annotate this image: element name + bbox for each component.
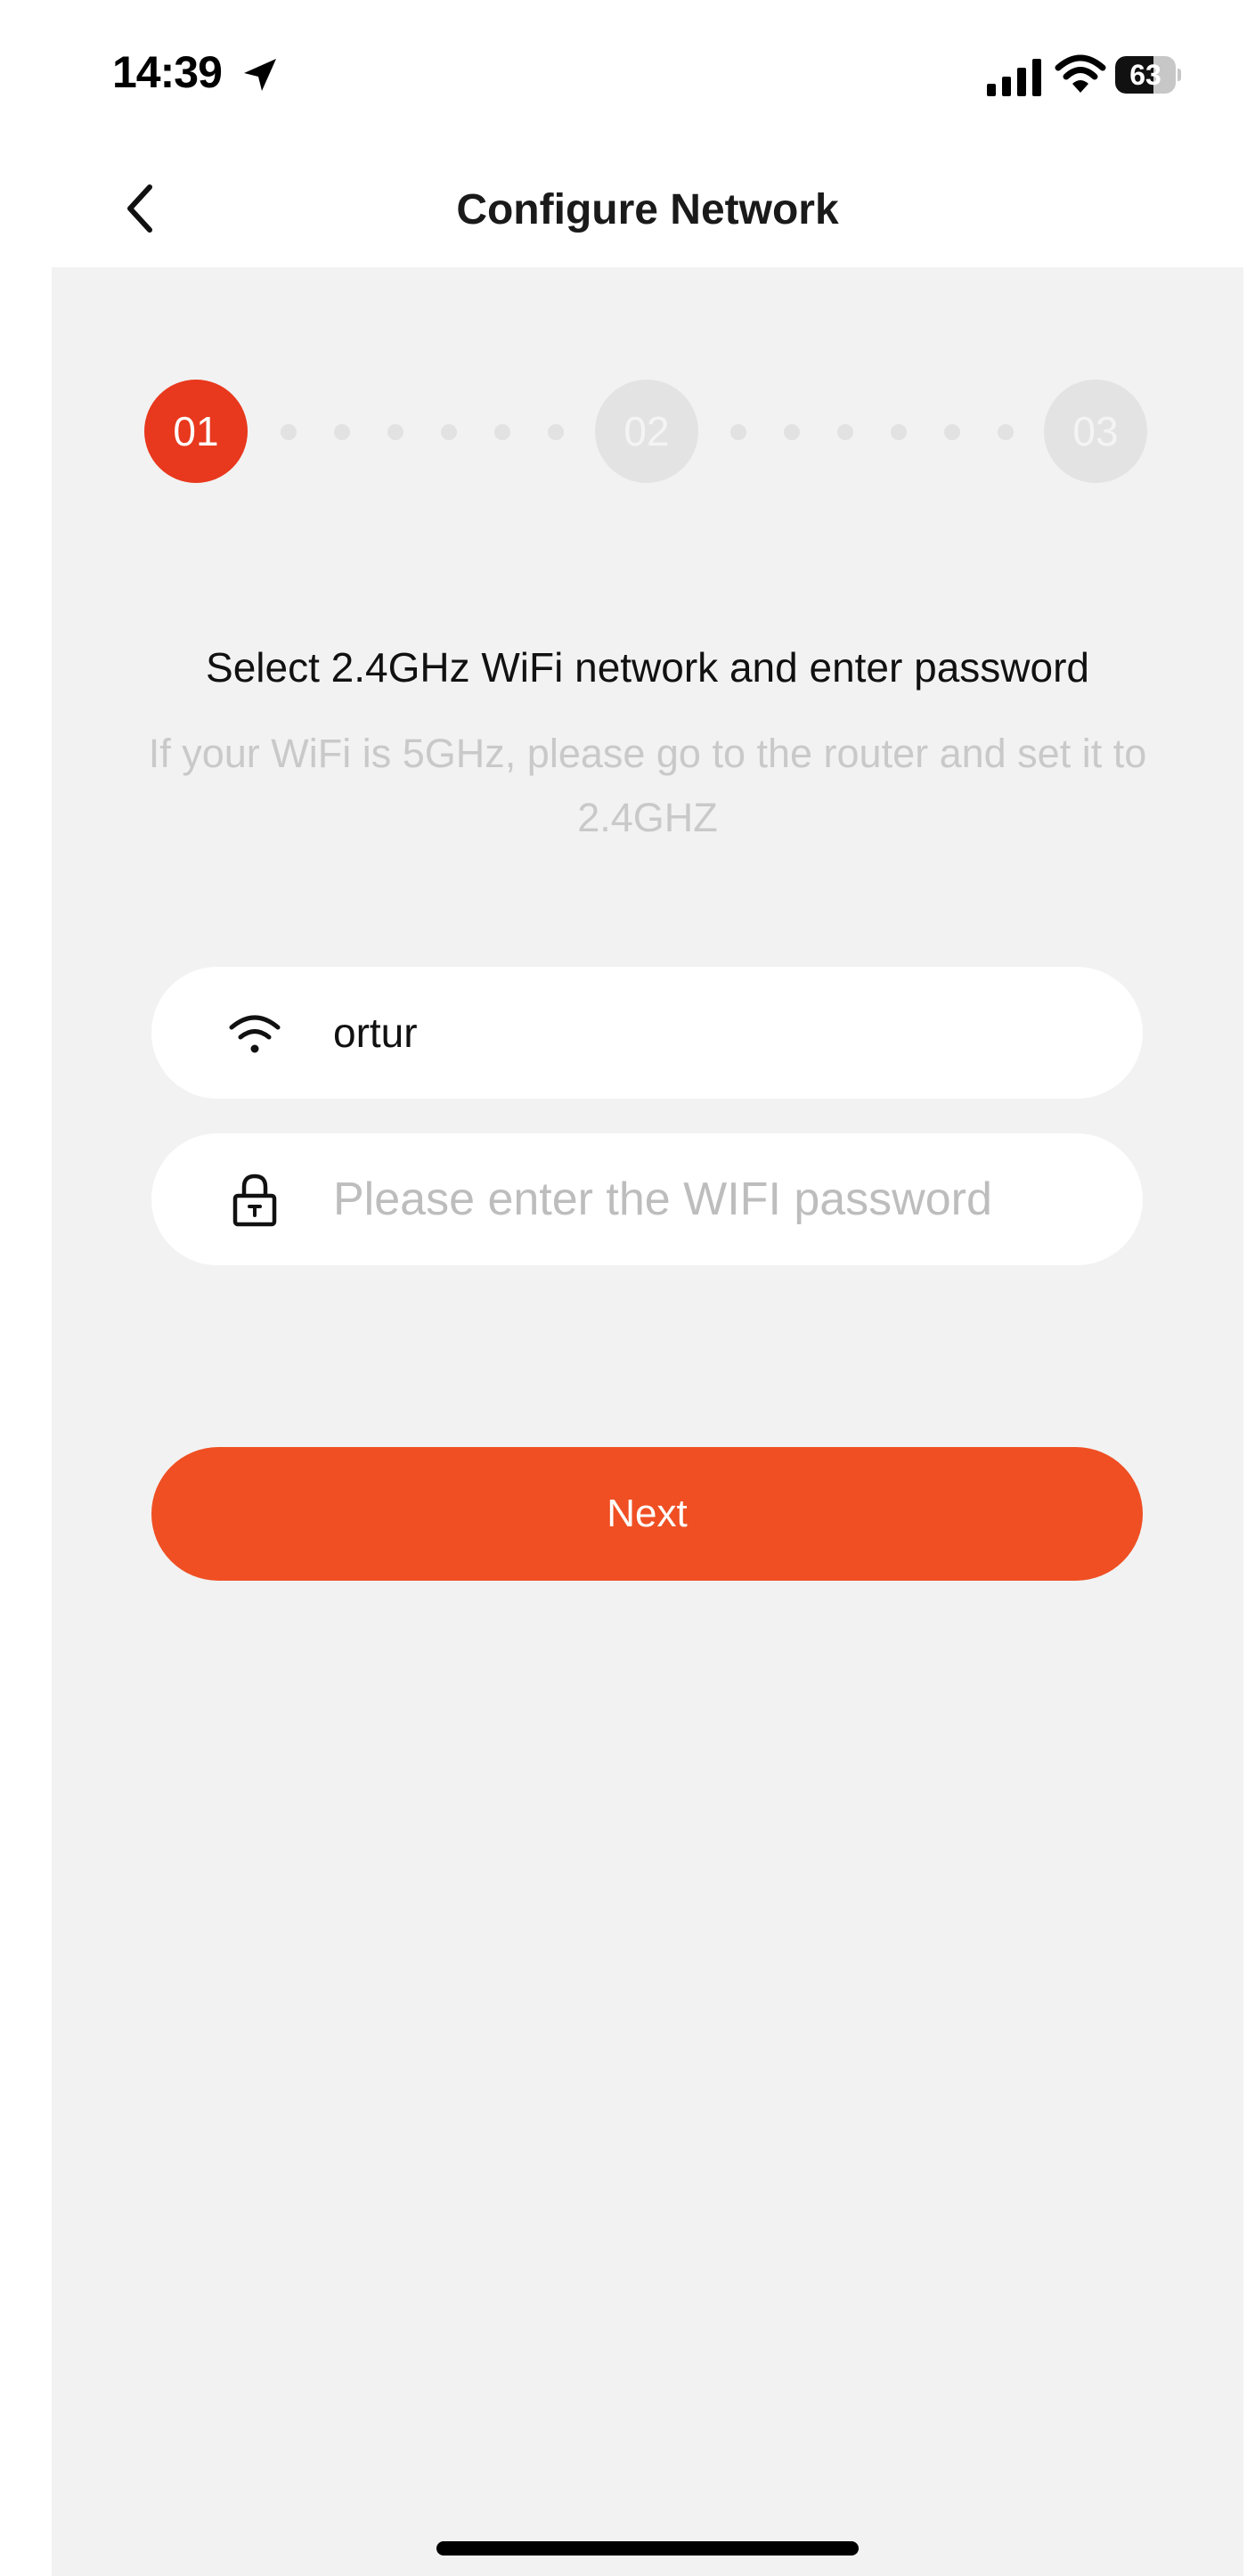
wifi-network-field[interactable]: ortur	[151, 967, 1143, 1099]
step-dot	[998, 424, 1014, 440]
step-dot	[387, 424, 403, 440]
step-dot	[891, 424, 907, 440]
password-input[interactable]	[333, 1133, 1099, 1265]
next-button[interactable]: Next	[151, 1447, 1143, 1581]
step-dot	[837, 424, 853, 440]
home-indicator[interactable]	[436, 2541, 859, 2556]
status-bar: 14:39 63	[0, 0, 1255, 151]
step-2: 02	[595, 380, 698, 483]
step-dot	[548, 424, 564, 440]
page-title: Configure Network	[456, 186, 839, 233]
step-1: 01	[144, 380, 248, 483]
wifi-icon	[1055, 54, 1106, 93]
nav-bar: Configure Network	[52, 151, 1243, 267]
step-dot	[441, 424, 457, 440]
password-field[interactable]	[151, 1133, 1143, 1265]
step-dot	[494, 424, 510, 440]
instruction-heading: Select 2.4GHz WiFi network and enter pas…	[206, 644, 1089, 691]
wifi-icon	[229, 1015, 281, 1053]
step-dot	[730, 424, 746, 440]
lock-icon	[232, 1174, 277, 1227]
step-dot	[944, 424, 960, 440]
location-arrow-icon	[244, 59, 276, 91]
screen: 14:39 63 Configure Network 01 02 03 Sele…	[0, 0, 1255, 2576]
app-background	[52, 267, 1243, 2576]
cellular-signal-icon	[987, 59, 1041, 96]
step-dot	[334, 424, 350, 440]
wifi-network-name: ortur	[333, 1010, 418, 1056]
battery-icon: 63	[1115, 56, 1181, 94]
step-3: 03	[1044, 380, 1147, 483]
instruction-subheading: If your WiFi is 5GHz, please go to the r…	[148, 731, 1147, 840]
battery-level-text: 63	[1129, 59, 1161, 91]
step-dot	[784, 424, 800, 440]
step-dot	[281, 424, 297, 440]
status-time: 14:39	[112, 47, 223, 97]
